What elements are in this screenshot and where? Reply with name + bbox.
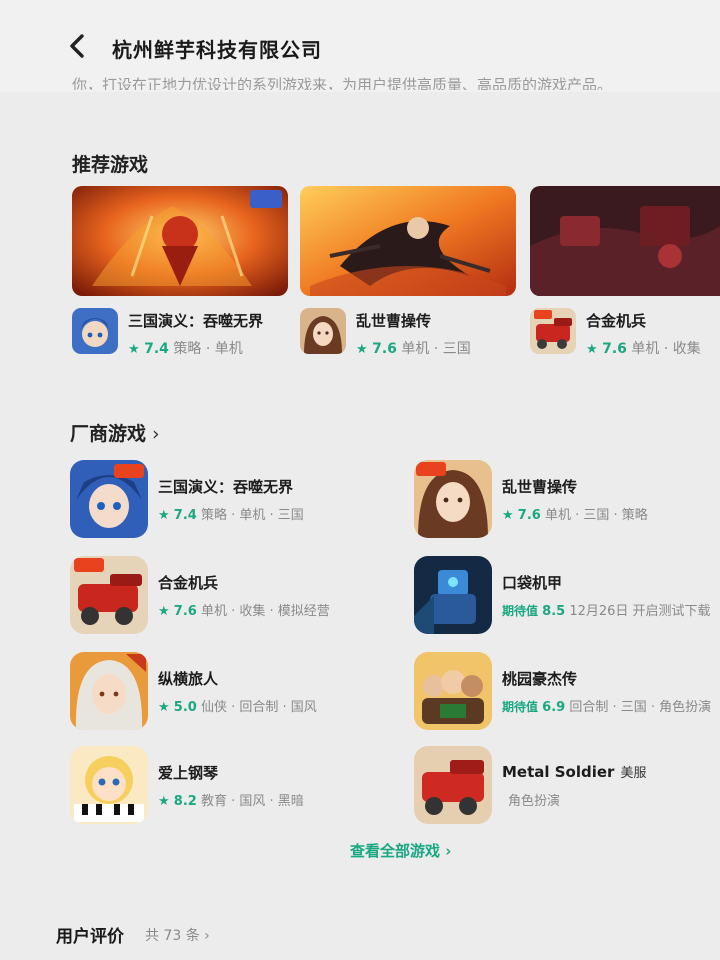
star-icon: ★ — [158, 508, 170, 523]
game-tags: 单机 · 收集 — [631, 341, 701, 357]
vendor-game-item[interactable]: 桃园豪杰传 期待值 6.9 回合制 · 三国 · 角色扮演 — [414, 652, 720, 732]
vendor-section-title: 厂商游戏 — [70, 423, 147, 445]
star-icon: ★ — [586, 342, 598, 357]
game-icon — [70, 746, 148, 824]
game-meta: 角色扮演 — [508, 790, 560, 809]
company-intro-text: 你，打设在正地力优设计的系列游戏来，为用户提供高质量、高品质的游戏产品。 — [72, 70, 712, 90]
game-name: 合金机兵 — [586, 312, 647, 330]
game-name: 乱世曹操传 — [502, 478, 578, 496]
game-icon — [70, 652, 148, 730]
company-intro-line: 你，打设在正地力优设计的系列游戏来，为用户提供高质量、高品质的游戏产品。 — [72, 76, 613, 90]
game-score: 7.6 — [372, 341, 397, 357]
vendor-game-item[interactable]: 合金机兵 ★ 7.6 单机 · 收集 · 模拟经营 — [70, 556, 370, 636]
back-button[interactable] — [64, 30, 92, 62]
game-name: 口袋机甲 — [502, 574, 563, 592]
game-tags: 单机 · 三国 · 策略 — [544, 508, 648, 523]
game-banner — [300, 186, 516, 296]
region-tag: 美服 — [620, 766, 647, 781]
game-tags: 回合制 · 三国 · 角色扮演 — [569, 700, 712, 715]
game-tags: 单机 · 收集 · 模拟经营 — [200, 604, 330, 619]
game-score: 7.4 — [144, 341, 169, 357]
game-icon — [70, 556, 148, 634]
expect-value: 6.9 — [542, 700, 566, 715]
vendor-game-item[interactable]: 爱上钢琴 ★ 8.2 教育 · 国风 · 黑暗 — [70, 746, 370, 826]
star-icon: ★ — [502, 508, 514, 523]
star-icon: ★ — [158, 794, 170, 809]
game-meta: ★ 7.4 策略 · 单机 · 三国 — [158, 504, 304, 523]
star-icon: ★ — [356, 342, 368, 357]
recommended-card[interactable]: 合金机兵 ★ 7.6 单机 · 收集 — [530, 186, 720, 362]
game-meta: ★ 8.2 教育 · 国风 · 黑暗 — [158, 790, 304, 809]
game-icon — [414, 652, 492, 730]
game-name: 桃园豪杰传 — [502, 670, 578, 688]
game-icon — [70, 460, 148, 538]
game-tags: 仙侠 · 回合制 · 国风 — [200, 700, 317, 715]
game-meta: ★ 7.6 单机 · 三国 — [356, 338, 471, 358]
game-tags: 角色扮演 — [508, 794, 561, 809]
game-name-row: Metal Soldier 美服 — [502, 762, 646, 781]
game-tags: 教育 · 国风 · 黑暗 — [200, 794, 304, 809]
vendor-games-header[interactable]: 厂商游戏 › — [70, 419, 160, 446]
vendor-game-item[interactable]: 三国演义：吞噬无界 ★ 7.4 策略 · 单机 · 三国 — [70, 460, 370, 540]
game-name: 纵横旅人 — [158, 670, 219, 688]
game-icon — [300, 308, 346, 354]
game-name: 爱上钢琴 — [158, 764, 219, 782]
star-icon: ★ — [158, 700, 170, 715]
game-icon — [414, 460, 492, 538]
game-score: 7.6 — [517, 508, 541, 523]
game-tags: 12月26日 开启测试下载 — [569, 604, 711, 619]
game-score: 8.2 — [173, 794, 197, 809]
game-banner — [72, 186, 288, 296]
game-tags: 策略 · 单机 — [173, 341, 243, 357]
game-score: 7.4 — [173, 508, 197, 523]
game-tags: 策略 · 单机 · 三国 — [200, 508, 304, 523]
recommended-card[interactable]: 三国演义：吞噬无界 ★ 7.4 策略 · 单机 — [72, 186, 288, 362]
chevron-right-icon: › — [152, 423, 160, 445]
game-meta: ★ 7.4 策略 · 单机 — [128, 338, 243, 358]
chevron-left-icon — [70, 34, 84, 58]
recommended-card[interactable]: 乱世曹操传 ★ 7.6 单机 · 三国 — [300, 186, 516, 362]
game-meta: ★ 7.6 单机 · 收集 · 模拟经营 — [158, 600, 330, 619]
star-icon: ★ — [158, 604, 170, 619]
star-icon: ★ — [128, 342, 140, 357]
vendor-game-item[interactable]: 口袋机甲 期待值 8.5 12月26日 开启测试下载 — [414, 556, 714, 636]
vendor-game-item[interactable]: 纵横旅人 ★ 5.0 仙侠 · 回合制 · 国风 — [70, 652, 370, 732]
page-title: 杭州鲜芋科技有限公司 — [112, 38, 322, 62]
game-meta: ★ 5.0 仙侠 · 回合制 · 国风 — [158, 696, 317, 715]
game-meta: ★ 7.6 单机 · 三国 · 策略 — [502, 504, 648, 523]
expect-value: 8.5 — [542, 604, 566, 619]
vendor-game-item[interactable]: Metal Soldier 美服 角色扮演 — [414, 746, 714, 826]
game-icon — [414, 746, 492, 824]
game-icon — [530, 308, 576, 354]
reviews-section-title: 用户评价 — [56, 927, 124, 947]
game-name: 三国演义：吞噬无界 — [158, 478, 294, 496]
game-banner — [530, 186, 720, 296]
game-tags: 单机 · 三国 — [401, 341, 471, 357]
expect-label: 期待值 — [502, 604, 539, 618]
game-meta: ★ 7.6 单机 · 收集 — [586, 338, 701, 358]
game-score: 5.0 — [173, 700, 197, 715]
expect-label: 期待值 — [502, 700, 539, 714]
game-name: Metal Soldier — [502, 763, 615, 781]
reviews-count-link[interactable]: 共 73 条 › — [145, 925, 210, 945]
game-name: 乱世曹操传 — [356, 312, 432, 330]
recommended-section-title: 推荐游戏 — [72, 154, 149, 176]
view-all-games-link[interactable]: 查看全部游戏 › — [350, 840, 451, 861]
game-score: 7.6 — [173, 604, 197, 619]
game-name: 合金机兵 — [158, 574, 219, 592]
vendor-game-item[interactable]: 乱世曹操传 ★ 7.6 单机 · 三国 · 策略 — [414, 460, 714, 540]
game-icon — [72, 308, 118, 354]
game-meta: 期待值 6.9 回合制 · 三国 · 角色扮演 — [502, 696, 711, 715]
game-score: 7.6 — [602, 341, 627, 357]
game-name: 三国演义：吞噬无界 — [128, 312, 264, 330]
game-icon — [414, 556, 492, 634]
game-meta: 期待值 8.5 12月26日 开启测试下载 — [502, 600, 711, 619]
